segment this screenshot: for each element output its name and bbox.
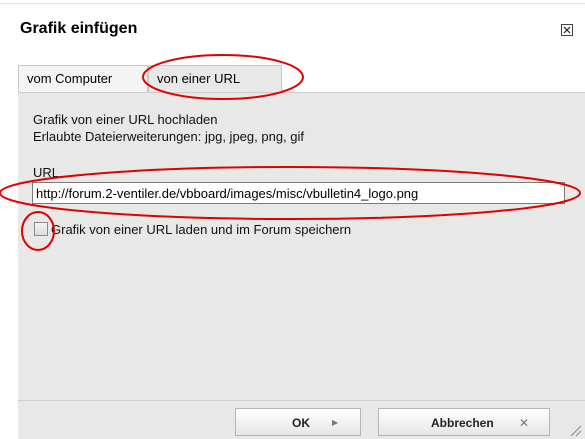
cancel-button-label: Abbrechen [431, 416, 494, 430]
dialog-title: Grafik einfügen [20, 20, 138, 37]
tab-von-einer-url[interactable]: von einer URL [148, 65, 282, 92]
upload-description: Grafik von einer URL hochladen [33, 112, 218, 127]
dialog-footer: OK ▶ Abbrechen ✕ [18, 400, 585, 439]
close-icon[interactable] [561, 24, 573, 36]
save-in-forum-label: Grafik von einer URL laden und im Forum … [51, 222, 352, 237]
url-label: URL [33, 165, 60, 180]
play-arrow-icon: ▶ [332, 418, 339, 427]
url-input[interactable] [32, 182, 565, 204]
cancel-button[interactable]: Abbrechen ✕ [378, 408, 550, 436]
dialog-title-bar: Grafik einfügen [0, 0, 585, 60]
ok-button-label: OK [292, 416, 310, 430]
resize-grip-icon[interactable] [566, 421, 582, 437]
save-in-forum-checkbox[interactable] [34, 222, 48, 236]
allowed-extensions-text: Erlaubte Dateierweiterungen: jpg, jpeg, … [33, 129, 305, 144]
tab-panel-url: Grafik von einer URL hochladen Erlaubte … [18, 92, 585, 401]
insert-image-dialog: Grafik einfügen vom Computer von einer U… [0, 0, 585, 439]
tab-vom-computer[interactable]: vom Computer [18, 65, 148, 92]
ok-button[interactable]: OK ▶ [235, 408, 361, 436]
x-icon: ✕ [519, 416, 530, 430]
